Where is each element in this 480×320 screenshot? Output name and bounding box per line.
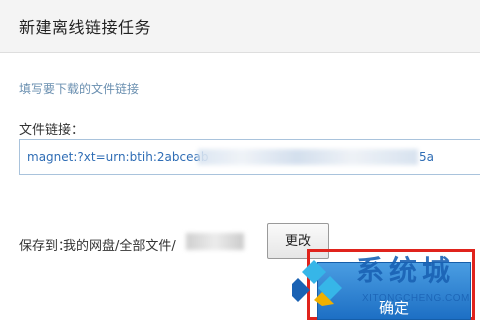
- file-link-input[interactable]: magnet:?xt=urn:btih:2abceab 5a: [19, 139, 480, 175]
- file-link-label: 文件链接：: [19, 123, 85, 138]
- watermark-url: XITONGCHENG.COM: [362, 293, 470, 304]
- link-hint: 填写要下载的文件链接: [19, 82, 140, 96]
- file-link-value: magnet:?xt=urn:btih:2abceab: [27, 150, 209, 164]
- watermark-text: 系统城: [356, 254, 456, 287]
- dialog-title: 新建离线链接任务: [19, 18, 152, 37]
- redacted-link-segment: [198, 149, 418, 165]
- dialog-titlebar: 新建离线链接任务: [0, 0, 480, 53]
- save-path: 我的网盘/全部文件/: [63, 239, 176, 254]
- file-link-value-tail: 5a: [419, 150, 434, 164]
- offline-download-dialog: 新建离线链接任务 填写要下载的文件链接 文件链接： magnet:?xt=urn…: [0, 0, 480, 320]
- redacted-folder-name: [186, 233, 244, 250]
- watermark-logo-icon: [292, 260, 342, 306]
